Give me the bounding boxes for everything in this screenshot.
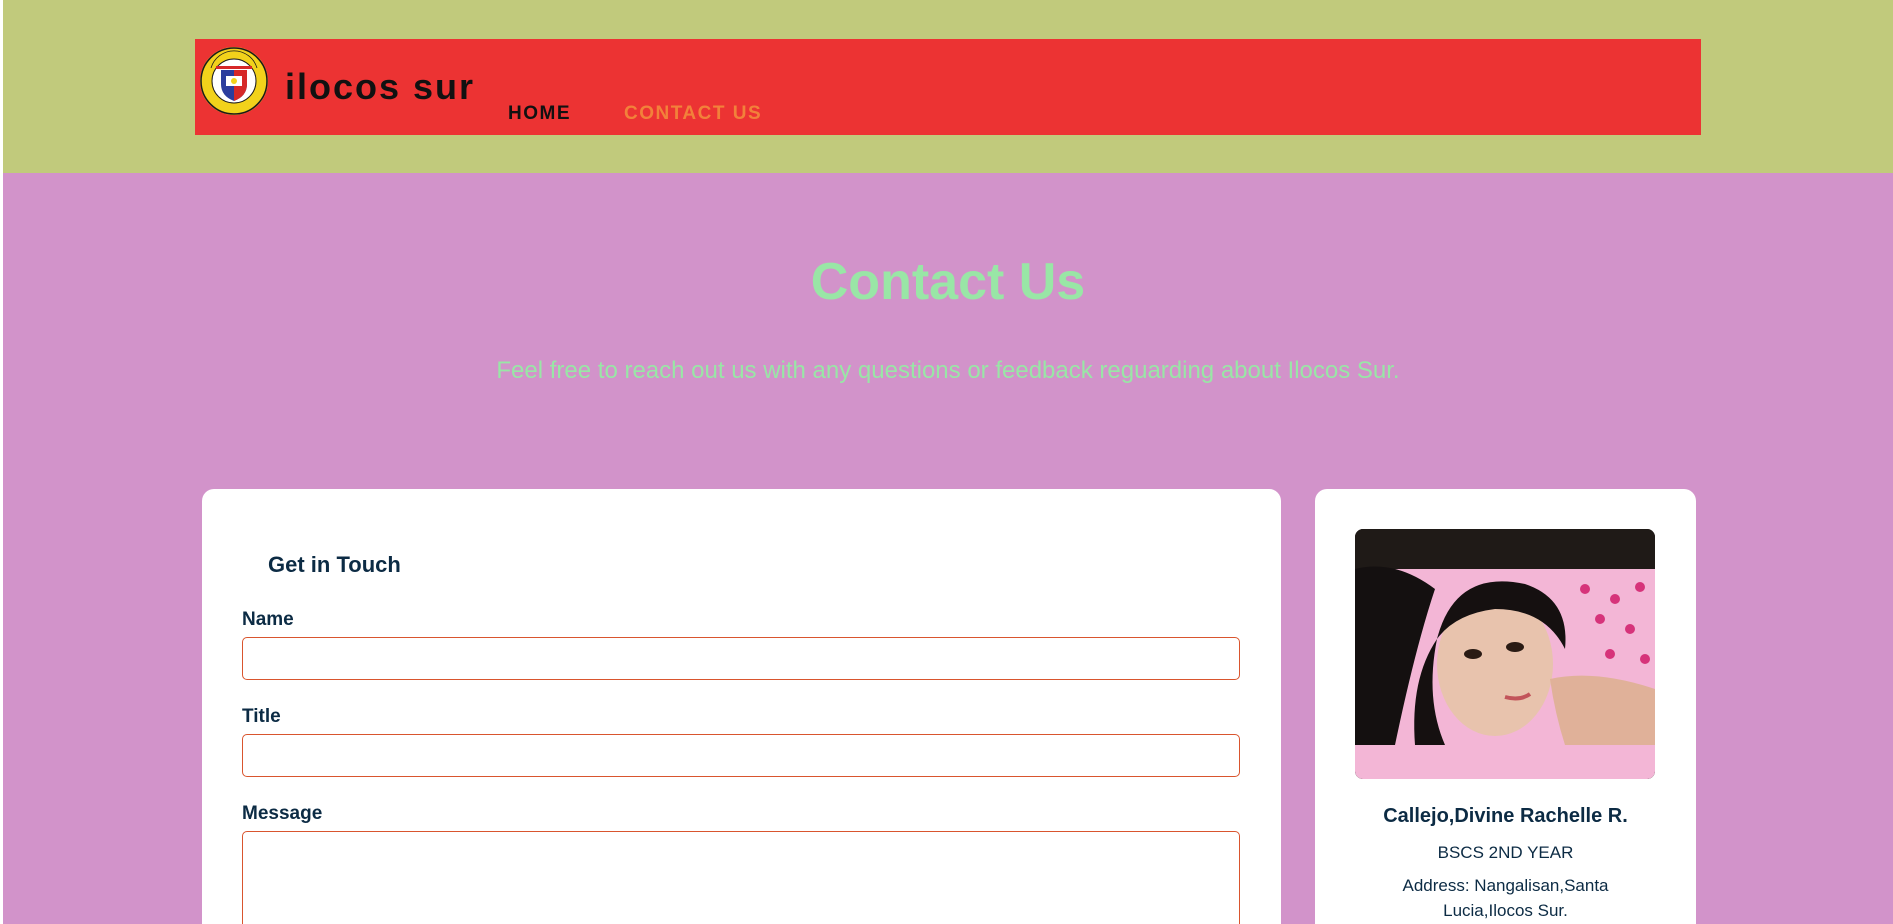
navbar: ilocos sur HOME CONTACT US — [195, 39, 1701, 135]
message-label: Message — [242, 803, 323, 824]
title-label: Title — [242, 706, 281, 727]
form-title: Get in Touch — [268, 552, 401, 577]
header-band: ilocos sur HOME CONTACT US — [3, 0, 1893, 173]
profile-card: Callejo,Divine Rachelle R. BSCS 2ND YEAR… — [1315, 489, 1696, 924]
page-subtitle: Feel free to reach out us with any quest… — [496, 357, 1400, 384]
profile-course: BSCS 2ND YEAR — [1437, 843, 1574, 862]
nav-home-link[interactable]: HOME — [508, 103, 571, 125]
brand-title: ilocos sur — [285, 66, 476, 107]
contact-form-card: Get in Touch Name Title Message — [202, 489, 1281, 924]
name-label: Name — [242, 609, 294, 630]
profile-photo-image — [1355, 529, 1655, 779]
page-title: Contact Us — [810, 253, 1086, 311]
page-frame: ilocos sur HOME CONTACT US Contact Us Fe… — [3, 0, 1893, 924]
nav-contact-us-link[interactable]: CONTACT US — [624, 103, 762, 125]
profile-name: Callejo,Divine Rachelle R. — [1383, 805, 1628, 827]
profile-address: Address: Nangalisan,Santa Lucia,Ilocos S… — [1402, 876, 1609, 920]
profile-photo — [1355, 529, 1655, 779]
official-seal-logo — [200, 47, 268, 115]
message-textarea[interactable] — [242, 831, 1240, 924]
name-input[interactable] — [242, 637, 1240, 680]
title-input[interactable] — [242, 734, 1240, 777]
